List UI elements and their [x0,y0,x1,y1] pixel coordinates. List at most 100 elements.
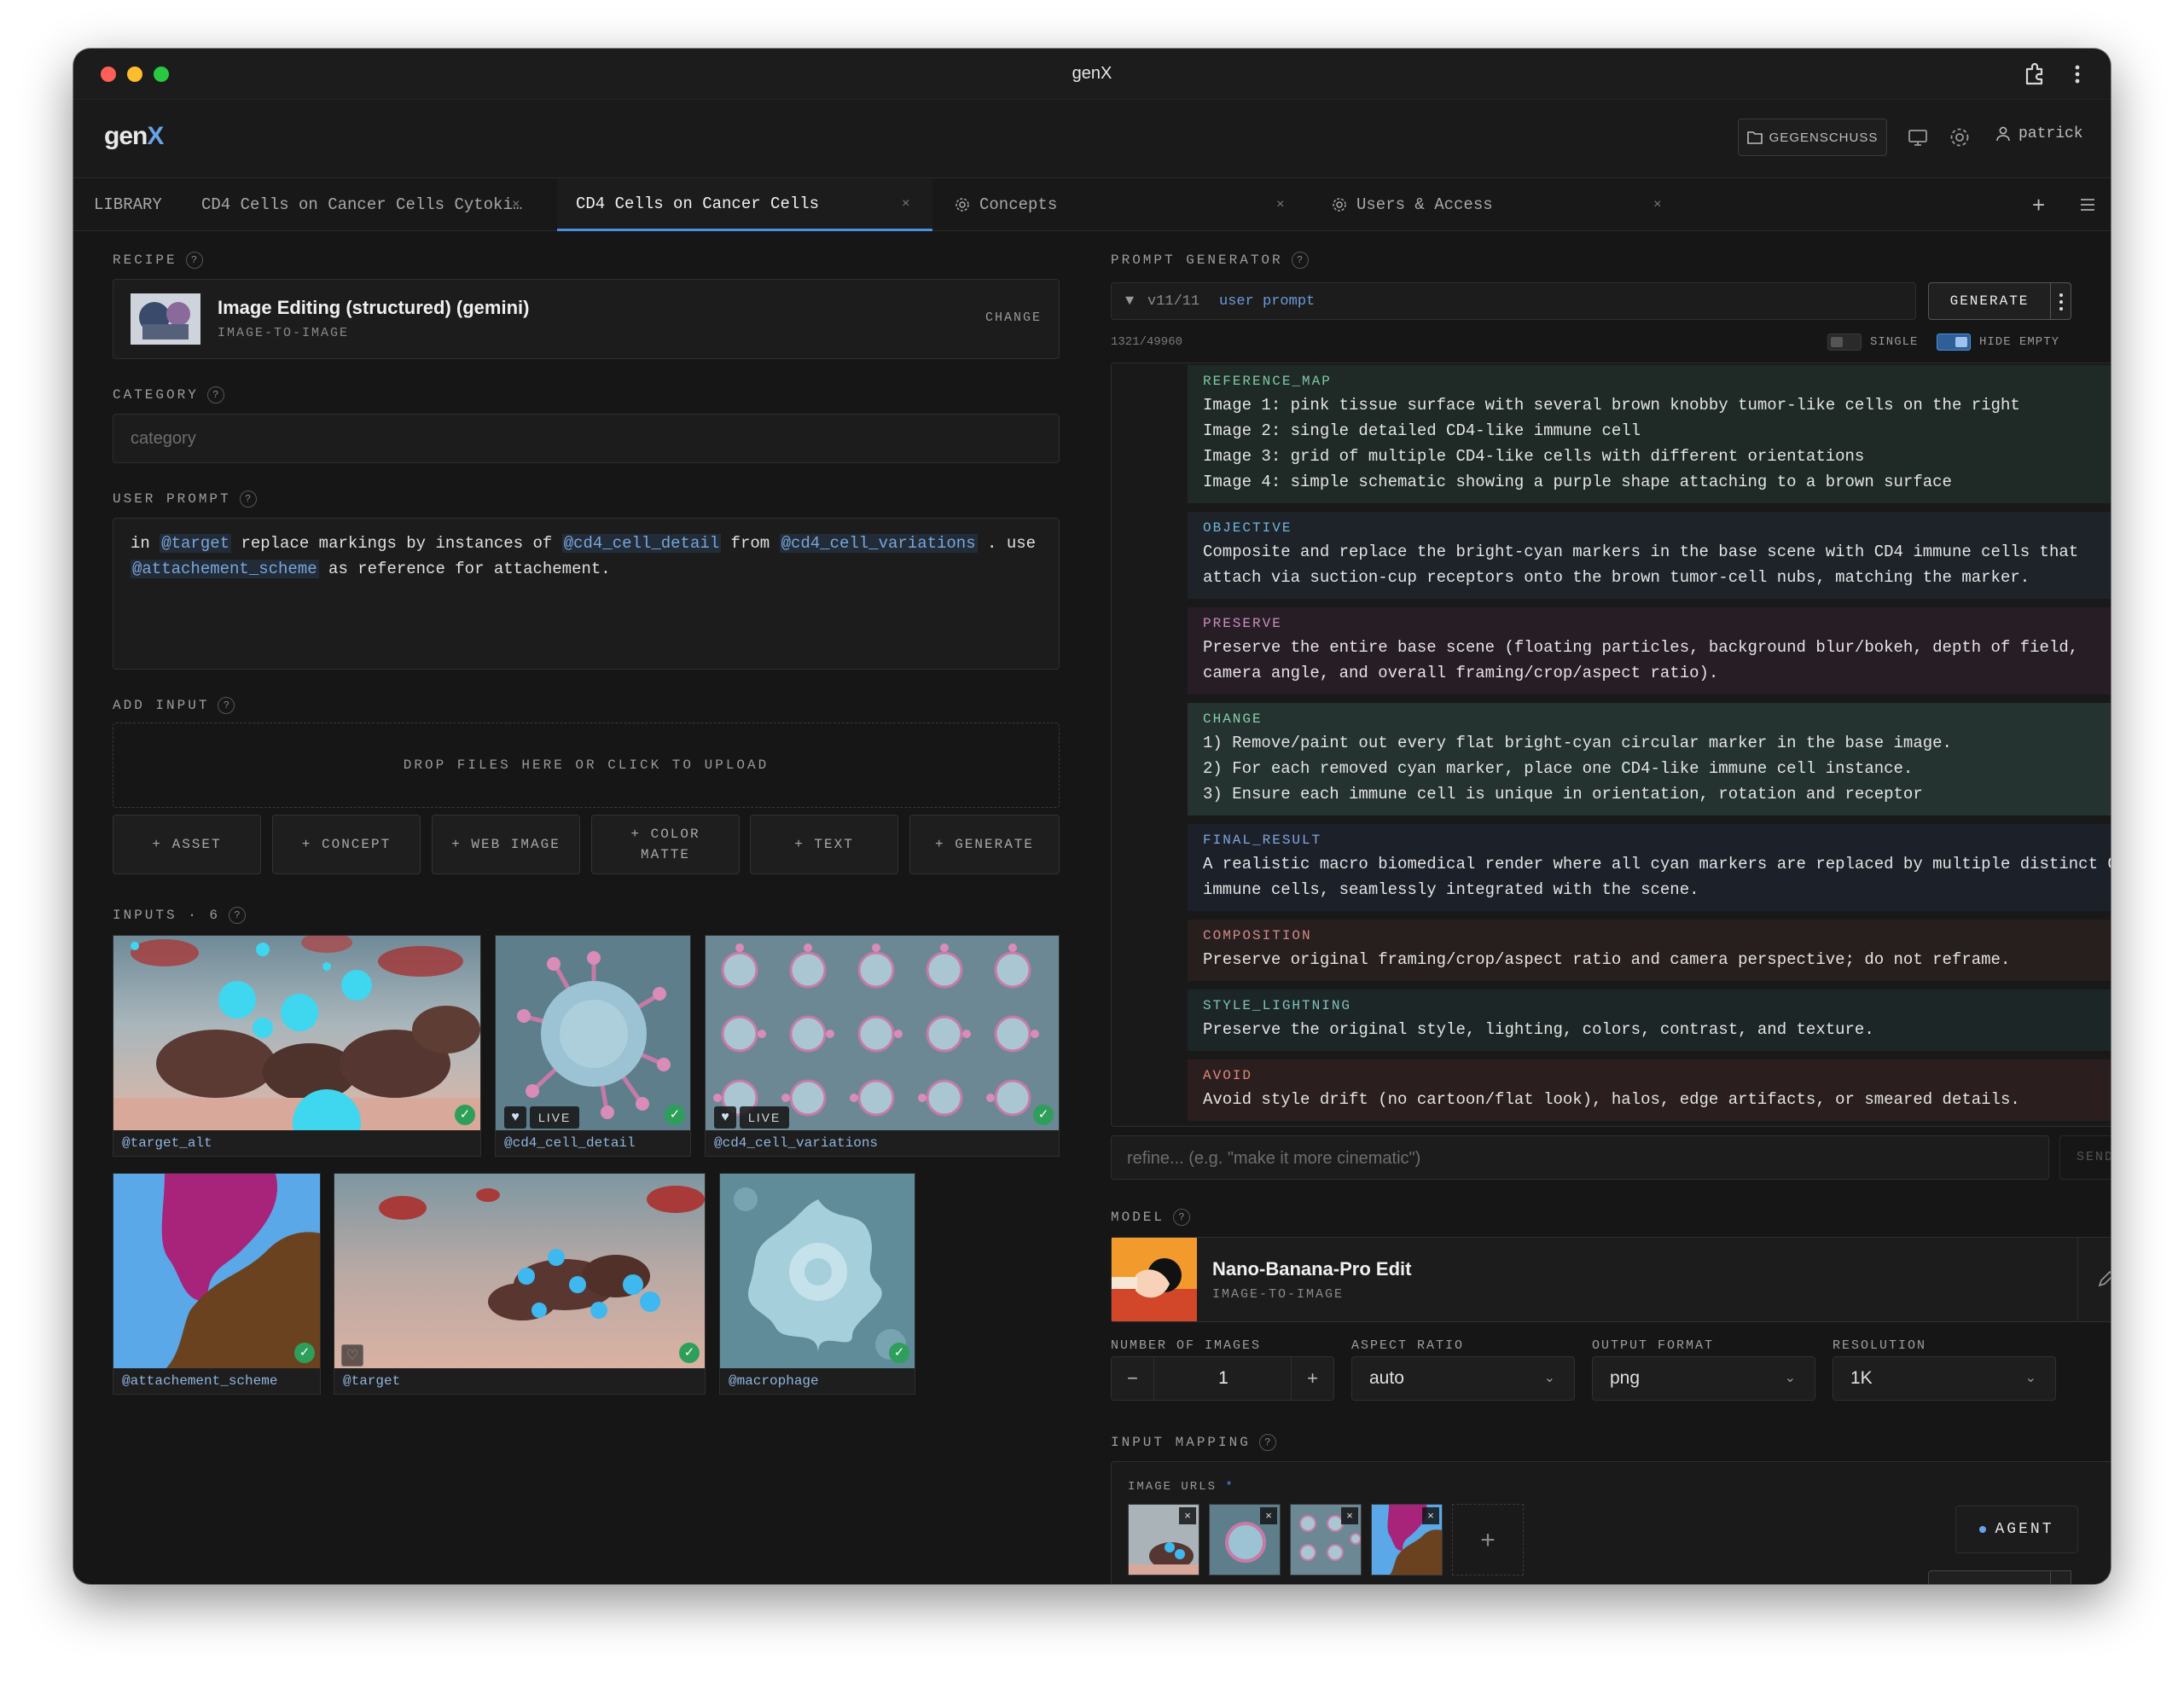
prompt-section-final-result[interactable]: FINAL_RESULT A realistic macro biomedical… [1188,824,2111,911]
help-icon[interactable]: ? [1291,252,1309,269]
aspect-ratio-select[interactable]: auto ⌄ [1351,1356,1575,1401]
prompt-section-composition[interactable]: COMPOSITION Preserve original framing/cro… [1188,920,2111,981]
window-title: genX [1072,64,1112,83]
heart-icon[interactable]: ♥ [504,1106,526,1129]
input-card[interactable]: ✓ @macrophage [719,1173,915,1395]
help-icon[interactable]: ? [239,490,257,508]
add-color-matte-button[interactable]: + COLOR MATTE [591,815,740,874]
prompt-ref-cd4-variations[interactable]: @cd4_cell_variations [779,534,978,553]
recipe-card[interactable]: Image Editing (structured) (gemini) IMAG… [113,279,1060,359]
tab-close-button[interactable]: × [902,196,910,212]
output-format-select[interactable]: png ⌄ [1592,1356,1815,1401]
prompt-section-line: Preserve original framing/crop/aspect ra… [1203,950,2011,969]
hide-empty-toggle[interactable] [1937,334,1971,351]
category-input[interactable]: category [113,414,1060,463]
mapped-image-thumb[interactable]: × [1128,1504,1199,1576]
add-concept-button[interactable]: + CONCEPT [272,815,421,874]
resolution-label: RESOLUTION [1833,1338,1927,1353]
selected-check-icon: ✓ [294,1343,315,1363]
recipe-change-button[interactable]: CHANGE [985,310,1042,325]
generate-button[interactable]: GENERATE [1928,282,2051,320]
workspace-button[interactable]: GEGENSCHUSS [1738,119,1887,156]
prompt-section-style-lightning[interactable]: STYLE_LIGHTNING Preserve the original sty… [1188,989,2111,1051]
tab-concepts[interactable]: Concepts × [954,178,1295,231]
tab-close-button[interactable]: × [1653,197,1662,212]
prompt-section-change[interactable]: CHANGE 1) Remove/paint out every flat bri… [1188,703,2111,815]
folder-icon [1746,131,1763,144]
heart-outline-icon[interactable]: ♡ [341,1344,363,1367]
tab-library[interactable]: LIBRARY [94,178,179,231]
agent-button[interactable]: AGENT [1955,1506,2078,1553]
tab-list-menu-icon[interactable] [2080,178,2095,231]
edit-model-button[interactable] [2077,1238,2111,1321]
prompt-section-line: Image 2: single detailed CD4-like immune… [1203,421,1641,440]
increment-button[interactable]: + [1291,1357,1333,1400]
prompt-section-reference-map[interactable]: REFERENCE_MAP Image 1: pink tissue surfac… [1188,365,2111,503]
prompt-version-select[interactable]: ▼ v11/11 user prompt [1111,282,1916,320]
mapped-image-thumb[interactable]: × [1371,1504,1443,1576]
mapped-image-thumb[interactable]: × [1290,1504,1362,1576]
add-text-button[interactable]: + TEXT [750,815,898,874]
resolution-select[interactable]: 1K ⌄ [1833,1356,2056,1401]
file-dropzone[interactable]: DROP FILES HERE OR CLICK TO UPLOAD [113,723,1060,808]
help-icon[interactable]: ? [229,907,247,924]
more-vertical-icon[interactable] [2064,61,2091,88]
input-card[interactable]: ♡ ✓ @target [334,1173,706,1395]
app-header: genX GEGENSCHUSS patrick [73,100,2111,178]
input-thumbnail [706,936,1059,1132]
prompt-section-line: Image 3: grid of multiple CD4-like cells… [1203,447,1865,466]
input-card[interactable]: ✓ @target_alt [113,935,481,1157]
add-image-url-button[interactable]: + [1452,1504,1524,1576]
monitor-icon[interactable] [1906,125,1930,149]
num-images-stepper[interactable]: − 1 + [1111,1356,1334,1401]
prompt-section-title: OBJECTIVE [1203,520,1292,536]
prompt-section-objective[interactable]: OBJECTIVE Composite and replace the brigh… [1188,512,2111,599]
help-icon[interactable]: ? [1173,1209,1191,1226]
help-icon[interactable]: ? [218,697,235,714]
remove-image-button[interactable]: × [1341,1507,1358,1524]
input-card[interactable]: ♥ LIVE ✓ @cd4_cell_variations [705,935,1060,1157]
model-card[interactable]: Nano-Banana-Pro Edit IMAGE-TO-IMAGE [1111,1237,2111,1322]
mapped-image-thumb[interactable]: × [1209,1504,1281,1576]
app-logo[interactable]: genX [104,122,164,151]
tab-close-button[interactable]: × [1276,197,1285,212]
prompt-version-name: user prompt [1219,293,1316,310]
prompt-ref-target[interactable]: @target [160,534,232,553]
options-button-partial[interactable] [2051,1570,2071,1584]
single-label: SINGLE [1870,335,1919,349]
single-toggle[interactable] [1827,334,1862,351]
num-images-value[interactable]: 1 [1154,1357,1292,1400]
prompt-ref-attachement-scheme[interactable]: @attachement_scheme [131,560,319,578]
generate-button-partial[interactable] [1928,1570,2051,1584]
help-icon[interactable]: ? [185,252,203,269]
tab-close-button[interactable]: × [512,197,520,212]
add-web-image-button[interactable]: + WEB IMAGE [432,815,580,874]
remove-image-button[interactable]: × [1422,1507,1439,1524]
add-generate-button[interactable]: + GENERATE [909,815,1060,874]
help-icon[interactable]: ? [1258,1434,1276,1451]
tab-cd4-cytokine[interactable]: CD4 Cells on Cancer Cells Cytoki… × [189,178,531,231]
input-card[interactable]: ✓ @attachement_scheme [113,1173,321,1395]
input-card[interactable]: ♥ LIVE ✓ @cd4_cell_detail [495,935,691,1157]
prompt-section-preserve[interactable]: PRESERVE Preserve the entire base scene (… [1188,607,2111,694]
tab-cd4-cancer-cells[interactable]: CD4 Cells on Cancer Cells × [557,178,932,231]
refine-input[interactable]: refine... (e.g. "make it more cinematic"… [1111,1135,2049,1180]
add-tab-button[interactable]: + [2032,178,2045,231]
send-button[interactable]: SEND [2059,1135,2111,1180]
extensions-icon[interactable] [2020,61,2048,88]
generate-options-icon[interactable] [2051,282,2071,320]
add-asset-button[interactable]: + ASSET [113,815,261,874]
heart-icon[interactable]: ♥ [714,1106,736,1129]
remove-image-button[interactable]: × [1260,1507,1277,1524]
chevron-down-icon: ⌄ [1543,1371,1555,1385]
remove-image-button[interactable]: × [1179,1507,1196,1524]
prompt-section-avoid[interactable]: AVOID Avoid style drift (no cartoon/flat … [1188,1059,2111,1121]
help-icon[interactable]: ? [206,386,224,403]
user-menu[interactable]: patrick [1995,125,2083,142]
tab-users-access[interactable]: Users & Access × [1331,178,1672,231]
settings-gear-icon[interactable] [1948,125,1972,149]
prompt-ref-cd4-detail[interactable]: @cd4_cell_detail [561,534,722,553]
user-prompt-textarea[interactable]: in @target replace markings by instances… [113,518,1060,670]
decrement-button[interactable]: − [1112,1357,1154,1400]
user-icon [1996,126,2010,142]
